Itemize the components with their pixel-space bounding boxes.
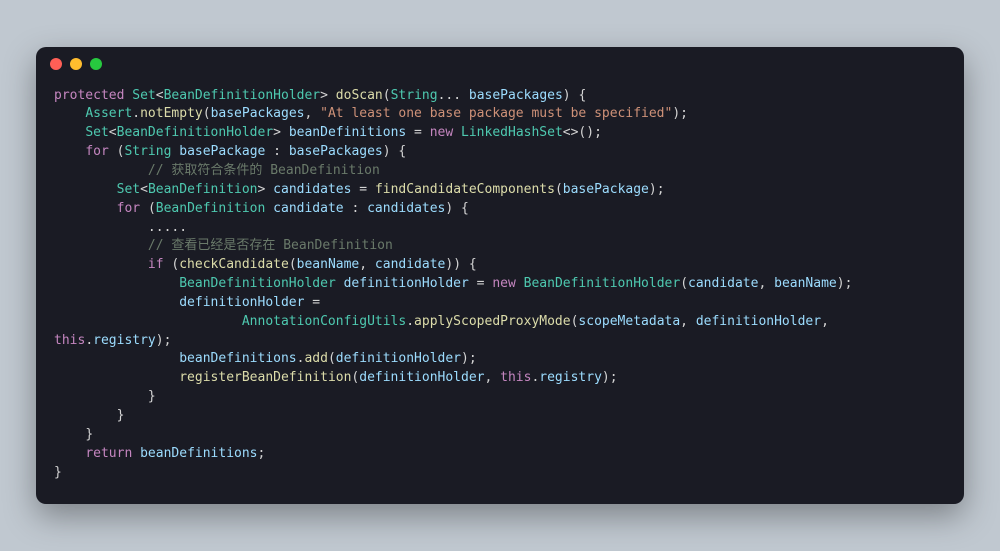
code-line: } (54, 427, 93, 442)
code-line: Set<BeanDefinition> candidates = findCan… (54, 182, 665, 197)
window-titlebar (36, 47, 964, 81)
code-line: ..... (54, 220, 187, 235)
code-line: registerBeanDefinition(definitionHolder,… (54, 370, 618, 385)
code-line: protected Set<BeanDefinitionHolder> doSc… (54, 88, 586, 103)
code-line: BeanDefinitionHolder definitionHolder = … (54, 276, 852, 291)
code-line: Assert.notEmpty(basePackages, "At least … (54, 106, 688, 121)
code-line: this.registry); (54, 333, 171, 348)
code-line: for (String basePackage : basePackages) … (54, 144, 406, 159)
code-line: if (checkCandidate(beanName, candidate))… (54, 257, 477, 272)
code-line: // 查看已经是否存在 BeanDefinition (54, 238, 393, 253)
minimize-icon[interactable] (70, 58, 82, 70)
close-icon[interactable] (50, 58, 62, 70)
code-line: Set<BeanDefinitionHolder> beanDefinition… (54, 125, 602, 140)
code-line: // 获取符合条件的 BeanDefinition (54, 163, 380, 178)
code-window: protected Set<BeanDefinitionHolder> doSc… (36, 47, 964, 505)
code-line: AnnotationConfigUtils.applyScopedProxyMo… (54, 314, 837, 329)
code-line: definitionHolder = (54, 295, 320, 310)
code-line: for (BeanDefinition candidate : candidat… (54, 201, 469, 216)
code-line: beanDefinitions.add(definitionHolder); (54, 351, 477, 366)
maximize-icon[interactable] (90, 58, 102, 70)
code-block: protected Set<BeanDefinitionHolder> doSc… (36, 81, 964, 505)
code-line: } (54, 465, 62, 480)
code-line: } (54, 389, 156, 404)
code-line: return beanDefinitions; (54, 446, 265, 461)
code-line: } (54, 408, 124, 423)
